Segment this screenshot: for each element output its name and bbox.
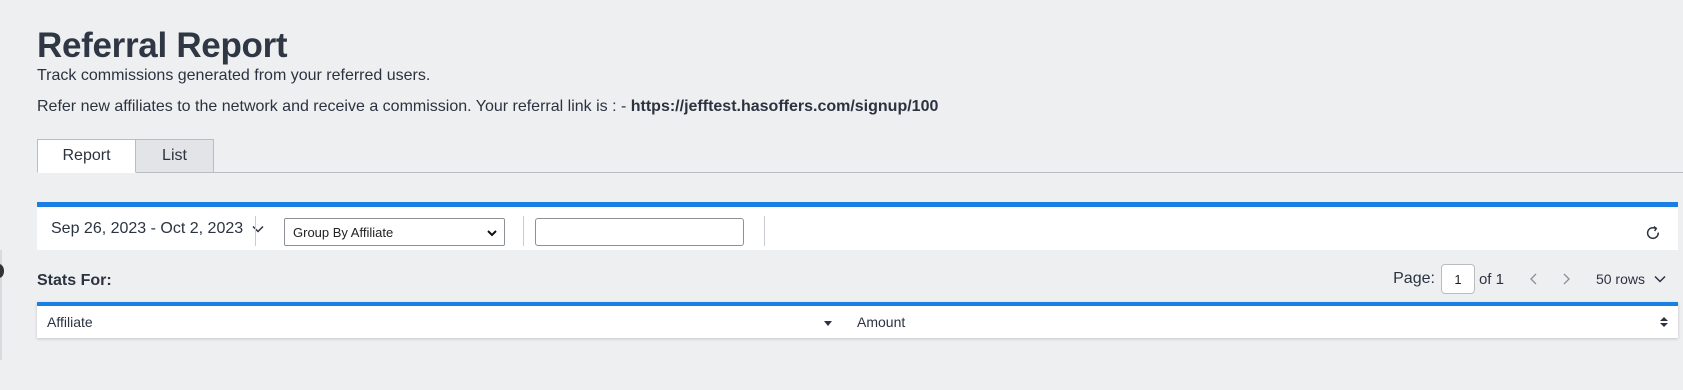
tab-report[interactable]: Report: [37, 139, 136, 173]
page-total: of 1: [1478, 270, 1504, 288]
chevron-down-icon: [487, 230, 497, 237]
page-number-input[interactable]: [1440, 264, 1475, 294]
group-by-select[interactable]: Group By Affiliate: [284, 218, 505, 246]
sort-updown-icon: [1660, 317, 1668, 327]
filter-bar: Sep 26, 2023 - Oct 2, 2023 Group By Affi…: [37, 202, 1678, 250]
column-label: Affiliate: [47, 314, 93, 330]
column-header-amount[interactable]: Amount: [851, 306, 1678, 338]
date-range-label: Sep 26, 2023 - Oct 2, 2023: [51, 220, 244, 237]
referral-link[interactable]: https://jefftest.hasoffers.com/signup/10…: [631, 98, 939, 115]
divider: [523, 216, 524, 246]
rows-per-page-select[interactable]: 50 rows: [1596, 271, 1667, 287]
page-label: Page:: [1393, 270, 1435, 287]
side-handle[interactable]: [0, 264, 4, 278]
caret-down-icon: [824, 321, 832, 326]
chevron-down-icon: [1654, 275, 1666, 283]
column-label: Amount: [857, 314, 906, 330]
pagination: Page: of 1 50 rows: [1393, 263, 1667, 295]
group-by-value: Group By Affiliate: [293, 224, 394, 240]
divider: [255, 216, 256, 246]
page-subtitle: Track commissions generated from your re…: [37, 67, 431, 84]
report-tabs: Report List: [37, 139, 1683, 173]
divider: [764, 216, 765, 246]
refresh-icon[interactable]: [1644, 224, 1662, 242]
date-range-picker[interactable]: Sep 26, 2023 - Oct 2, 2023: [51, 216, 265, 242]
stats-table: Affiliate Amount: [37, 302, 1678, 338]
referral-text: Refer new affiliates to the network and …: [37, 98, 631, 115]
chevron-left-icon[interactable]: [1526, 271, 1542, 287]
chevron-down-icon: [252, 225, 264, 233]
rows-per-page-label: 50 rows: [1595, 271, 1645, 287]
tab-list[interactable]: List: [136, 139, 214, 173]
page-title: Referral Report: [37, 26, 288, 65]
search-input[interactable]: [535, 218, 744, 246]
chevron-right-icon[interactable]: [1558, 271, 1574, 287]
referral-info: Refer new affiliates to the network and …: [37, 98, 938, 116]
column-header-affiliate[interactable]: Affiliate: [37, 306, 851, 338]
stats-for-label: Stats For:: [37, 272, 112, 289]
